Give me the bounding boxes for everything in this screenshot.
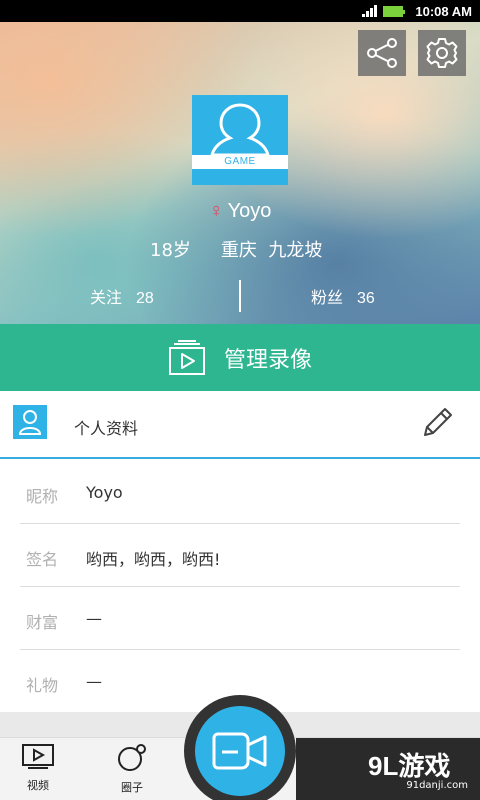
user-name-row: ♀ Yoyo [0,200,480,223]
female-icon: ♀ [208,200,224,222]
field-label: 财富 [26,613,59,632]
nav-circle-label: 圈子 [121,781,143,794]
circle-icon [118,744,146,771]
share-icon [367,38,397,68]
avatar[interactable]: GAME [192,95,288,185]
field-value: 哟西，哟西，哟西! [86,550,221,569]
nav-circle[interactable]: 圈子 [102,744,162,795]
profile-icon-box [13,405,47,439]
profile-section-title: 个人资料 [74,419,139,438]
profile-section-header: 个人资料 [0,391,480,459]
field-signature: 签名 哟西，哟西，哟西! [20,524,460,587]
following-count: 28 [136,290,154,307]
user-info-row: 18岁 重庆 九龙坡 [150,236,322,262]
battery-icon [383,5,406,17]
watermark-logo: 9L游戏 91danji.com [368,752,478,798]
field-label: 签名 [26,550,59,569]
fans-stat[interactable]: 粉丝 36 [311,284,375,308]
record-button-inner [195,706,285,796]
status-time: 10:08 AM [415,3,472,19]
profile-header: GAME ♀ Yoyo 18岁 重庆 九龙坡 关注 28 粉丝 36 [0,22,480,324]
record-button[interactable] [184,695,296,800]
watermark-brand: 9L游戏 [368,751,451,781]
avatar-game-label: GAME [224,156,256,167]
share-button[interactable] [358,30,406,76]
manage-recordings-button[interactable]: 管理录像 [0,324,480,391]
following-stat[interactable]: 关注 28 [90,284,154,308]
user-name: Yoyo [227,200,272,222]
field-wealth: 财富 — [20,587,460,650]
field-label: 昵称 [26,487,59,506]
signal-icon [362,5,378,17]
video-camera-icon [212,732,267,770]
nav-videos-label: 视频 [27,779,49,792]
user-icon [210,103,270,155]
settings-button[interactable] [418,30,466,76]
user-age: 18岁 [150,240,191,261]
fans-count: 36 [357,290,375,307]
manage-recordings-label: 管理录像 [223,347,312,373]
profile-fields: 昵称 Yoyo 签名 哟西，哟西，哟西! 财富 — 礼物 — [0,461,480,713]
video-library-icon [168,339,205,375]
follow-stats: 关注 28 粉丝 36 [0,280,480,312]
field-value: Yoyo [86,483,123,502]
fans-label: 粉丝 [311,288,344,307]
play-icon [22,744,54,769]
field-nickname: 昵称 Yoyo [20,461,460,524]
status-bar: 10:08 AM [0,0,480,22]
following-label: 关注 [90,288,123,307]
user-location: 重庆 九龙坡 [220,240,323,261]
watermark-url: 91danji.com [406,780,468,791]
field-value: — [86,672,102,691]
gear-icon [426,38,458,68]
stats-divider [239,280,241,312]
field-label: 礼物 [26,676,59,695]
nav-videos[interactable]: 视频 [8,744,68,793]
user-icon [18,410,42,435]
pencil-icon[interactable] [421,405,455,439]
field-value: — [86,609,102,628]
